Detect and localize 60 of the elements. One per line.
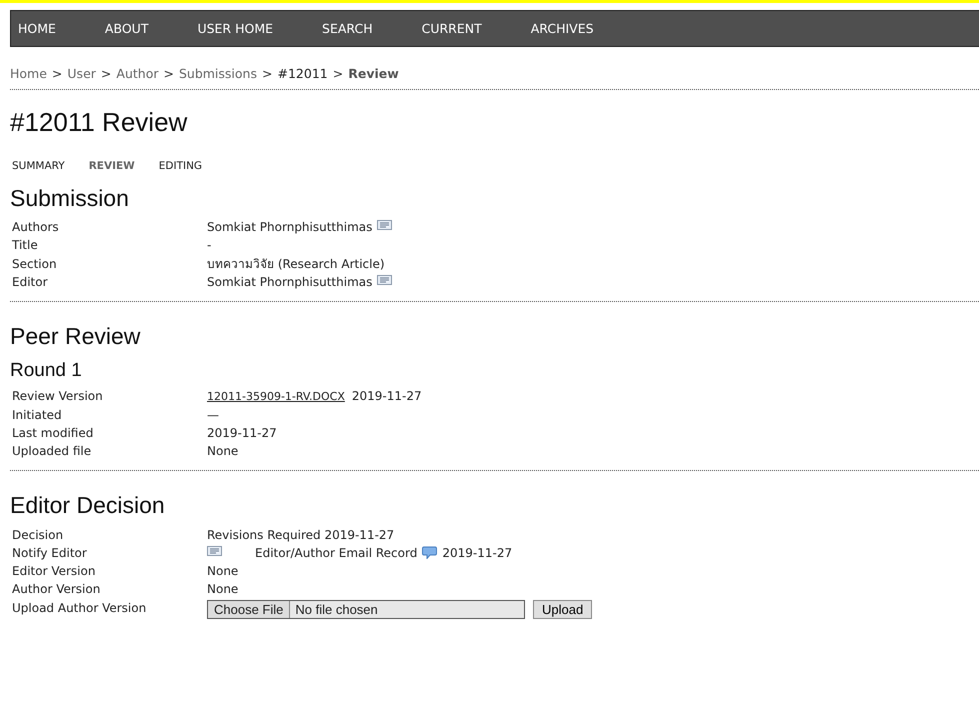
field-value: Somkiat Phornphisutthimas (207, 275, 372, 290)
field-label: Author Version (12, 582, 102, 596)
breadcrumb-separator: > (332, 66, 344, 81)
breadcrumb-link[interactable]: Home (10, 66, 47, 81)
field-label: Authors (12, 220, 60, 234)
envelope-icon[interactable] (207, 546, 222, 556)
section-heading: Editor Decision (10, 492, 166, 520)
envelope-icon[interactable] (377, 275, 392, 286)
file-link[interactable]: 12011-35909-1-RV.DOCX (207, 390, 345, 403)
breadcrumb-item: #12011 (277, 66, 328, 81)
breadcrumb-current: Review (348, 66, 399, 81)
field-label: Uploaded file (12, 444, 92, 458)
field-label: Initiated (12, 408, 63, 422)
field-label: Editor (12, 275, 49, 290)
envelope-icon[interactable] (377, 220, 392, 230)
nav-link[interactable]: SEARCH (322, 21, 373, 36)
nav-link[interactable]: USER HOME (197, 21, 274, 36)
field-value: บทความวิจัย (Research Article) (207, 256, 385, 274)
field-label: Title (12, 238, 39, 252)
field-label: Notify Editor (12, 546, 88, 560)
field-value: None (207, 564, 238, 578)
field-value: 2019-11-27 (207, 426, 277, 440)
tab[interactable]: REVIEW (88, 160, 135, 172)
field-value: Revisions Required 2019-11-27 (207, 528, 394, 542)
tab[interactable]: EDITING (158, 160, 202, 172)
email-record-text: Editor/Author Email Record (255, 546, 418, 560)
field-value: None (207, 582, 238, 596)
page-title: #12011 Review (10, 107, 188, 138)
nav-link[interactable]: ARCHIVES (530, 21, 594, 36)
tab[interactable]: SUMMARY (12, 160, 65, 172)
breadcrumb-separator: > (52, 66, 62, 81)
nav-link[interactable]: ABOUT (104, 21, 148, 36)
speech-bubble-icon[interactable] (422, 546, 438, 560)
field-value: - (207, 238, 212, 252)
field-label: Upload Author Version (12, 600, 148, 615)
nav-link[interactable]: HOME (18, 21, 56, 36)
nav-link[interactable]: CURRENT (422, 21, 482, 36)
field-label: Last modified (12, 426, 94, 440)
field-label: Editor Version (12, 564, 96, 578)
file-date: 2019-11-27 (352, 389, 422, 404)
breadcrumb-separator: > (100, 66, 112, 81)
field-value: — (207, 408, 219, 422)
breadcrumb-link[interactable]: Submissions (178, 66, 257, 81)
field-label: Decision (12, 528, 64, 542)
field-value: Somkiat Phornphisutthimas (207, 220, 372, 234)
file-status: No file chosen (294, 600, 379, 618)
round-heading: Round 1 (10, 360, 83, 382)
section-heading: Submission (10, 185, 130, 212)
field-label: Section (12, 256, 58, 271)
choose-file-button[interactable]: Choose File (208, 600, 290, 618)
upload-button[interactable]: Upload (533, 600, 592, 619)
file-input[interactable]: Choose File No file chosen (207, 600, 525, 619)
breadcrumb-link[interactable]: Author (116, 66, 158, 81)
breadcrumb-separator: > (262, 66, 272, 81)
field-value: None (207, 444, 238, 458)
breadcrumb-separator: > (163, 66, 174, 81)
field-label: Review Version (12, 389, 104, 404)
section-heading: Peer Review (10, 323, 142, 350)
email-date: 2019-11-27 (442, 546, 512, 560)
breadcrumb-link[interactable]: User (67, 66, 96, 81)
